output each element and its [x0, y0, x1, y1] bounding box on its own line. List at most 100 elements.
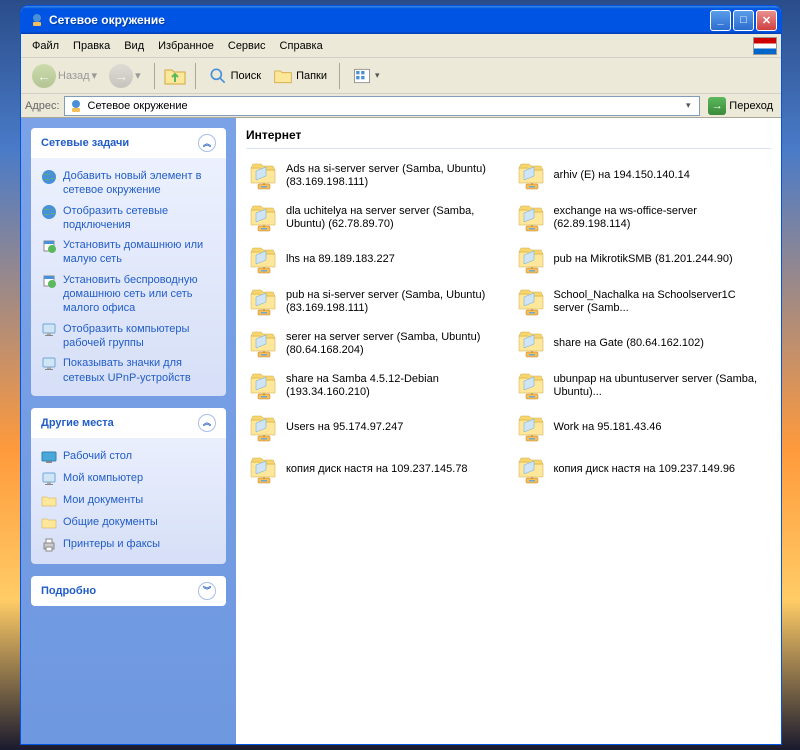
share-label: arhiv (E) на 194.150.140.14: [554, 169, 690, 182]
panel-details: Подробно ︾: [31, 576, 226, 606]
maximize-button[interactable]: □: [733, 10, 754, 31]
views-button[interactable]: ▾: [348, 64, 384, 88]
task-icon: [41, 356, 57, 372]
place-icon: [41, 493, 57, 509]
network-folder-icon: [248, 160, 280, 192]
network-share-item[interactable]: ubunpap на ubuntuserver server (Samba, U…: [514, 367, 772, 405]
toolbar: ← Назад ▾ → ▾ Поиск Папки ▾: [21, 58, 781, 94]
network-share-item[interactable]: arhiv (E) на 194.150.140.14: [514, 157, 772, 195]
network-share-item[interactable]: pub на si-server server (Samba, Ubuntu) …: [246, 283, 504, 321]
network-folder-icon: [248, 412, 280, 444]
folders-button[interactable]: Папки: [269, 64, 331, 88]
search-button[interactable]: Поиск: [204, 64, 265, 88]
network-share-item[interactable]: School_Nachalka на Schoolserver1C server…: [514, 283, 772, 321]
items-grid: Ads на si-server server (Samba, Ubuntu) …: [246, 157, 771, 489]
sidebar-place-item[interactable]: Принтеры и факсы: [41, 534, 216, 556]
task-label: Добавить новый элемент в сетевое окружен…: [63, 169, 216, 198]
task-label: Установить домашнюю или малую сеть: [63, 238, 216, 267]
share-label: pub на si-server server (Samba, Ubuntu) …: [286, 289, 502, 315]
sidebar-task-item[interactable]: Отобразить сетевые подключения: [41, 201, 216, 236]
place-icon: [41, 471, 57, 487]
network-share-item[interactable]: копия диск настя на 109.237.149.96: [514, 451, 772, 489]
menu-file[interactable]: Файл: [25, 38, 66, 54]
menubar: Файл Правка Вид Избранное Сервис Справка: [21, 34, 781, 58]
network-share-item[interactable]: lhs на 89.189.183.227: [246, 241, 504, 279]
task-label: Показывать значки для сетевых UPnP-устро…: [63, 356, 216, 385]
task-label: Установить беспроводную домашнюю сеть ил…: [63, 273, 216, 316]
task-label: Отобразить сетевые подключения: [63, 204, 216, 233]
toolbar-separator: [195, 63, 196, 89]
panel-header[interactable]: Сетевые задачи ︽: [31, 128, 226, 158]
collapse-icon[interactable]: ︽: [198, 414, 216, 432]
network-share-item[interactable]: exchange на ws-office-server (62.89.198.…: [514, 199, 772, 237]
share-label: pub на MikrotikSMB (81.201.244.90): [554, 253, 733, 266]
sidebar-task-item[interactable]: Добавить новый элемент в сетевое окружен…: [41, 166, 216, 201]
minimize-button[interactable]: _: [710, 10, 731, 31]
toolbar-separator: [154, 63, 155, 89]
go-arrow-icon: →: [708, 97, 726, 115]
network-share-item[interactable]: dla uchitelya на server server (Samba, U…: [246, 199, 504, 237]
expand-icon[interactable]: ︾: [198, 582, 216, 600]
place-label: Мои документы: [63, 493, 143, 507]
chevron-down-icon: ▾: [375, 70, 380, 81]
menu-favorites[interactable]: Избранное: [151, 38, 221, 54]
network-share-item[interactable]: pub на MikrotikSMB (81.201.244.90): [514, 241, 772, 279]
views-icon: [352, 66, 372, 86]
task-icon: [41, 273, 57, 289]
share-label: Ads на si-server server (Samba, Ubuntu) …: [286, 163, 502, 189]
panel-header[interactable]: Подробно ︾: [31, 576, 226, 606]
back-arrow-icon: ←: [32, 64, 56, 88]
go-button[interactable]: → Переход: [704, 95, 777, 117]
network-share-item[interactable]: Work на 95.181.43.46: [514, 409, 772, 447]
titlebar[interactable]: Сетевое окружение _ □ ✕: [21, 6, 781, 34]
task-icon: [41, 204, 57, 220]
share-label: ubunpap на ubuntuserver server (Samba, U…: [554, 373, 770, 399]
sidebar-place-item[interactable]: Рабочий стол: [41, 446, 216, 468]
menu-tools[interactable]: Сервис: [221, 38, 273, 54]
menu-edit[interactable]: Правка: [66, 38, 117, 54]
network-folder-icon: [248, 454, 280, 486]
network-share-item[interactable]: Ads на si-server server (Samba, Ubuntu) …: [246, 157, 504, 195]
collapse-icon[interactable]: ︽: [198, 134, 216, 152]
network-folder-icon: [248, 370, 280, 402]
task-icon: [41, 322, 57, 338]
sidebar-task-item[interactable]: Отобразить компьютеры рабочей группы: [41, 319, 216, 354]
task-icon: [41, 238, 57, 254]
share-label: exchange на ws-office-server (62.89.198.…: [554, 205, 770, 231]
sidebar-place-item[interactable]: Мой компьютер: [41, 468, 216, 490]
network-share-item[interactable]: Users на 95.174.97.247: [246, 409, 504, 447]
close-button[interactable]: ✕: [756, 10, 777, 31]
network-share-item[interactable]: serer на server server (Samba, Ubuntu) (…: [246, 325, 504, 363]
panel-other-places: Другие места ︽ Рабочий столМой компьютер…: [31, 408, 226, 564]
sidebar-task-item[interactable]: Установить домашнюю или малую сеть: [41, 235, 216, 270]
section-heading: Интернет: [246, 126, 771, 149]
up-button[interactable]: [163, 64, 187, 88]
share-label: копия диск настя на 109.237.149.96: [554, 463, 736, 476]
addressbar: Адрес: Сетевое окружение ▾ → Переход: [21, 94, 781, 118]
address-dropdown-icon[interactable]: ▾: [680, 100, 696, 111]
network-share-item[interactable]: share на Samba 4.5.12-Debian (193.34.160…: [246, 367, 504, 405]
window-title: Сетевое окружение: [49, 13, 710, 27]
network-places-icon: [29, 12, 45, 28]
menu-view[interactable]: Вид: [117, 38, 151, 54]
address-label: Адрес:: [25, 100, 60, 112]
network-share-item[interactable]: share на Gate (80.64.162.102): [514, 325, 772, 363]
sidebar-place-item[interactable]: Общие документы: [41, 512, 216, 534]
network-share-item[interactable]: копия диск настя на 109.237.145.78: [246, 451, 504, 489]
sidebar-place-item[interactable]: Мои документы: [41, 490, 216, 512]
content-area: Сетевые задачи ︽ Добавить новый элемент …: [21, 118, 781, 744]
network-folder-icon: [248, 328, 280, 360]
toolbar-separator: [339, 63, 340, 89]
network-folder-icon: [248, 286, 280, 318]
address-input[interactable]: Сетевое окружение ▾: [64, 96, 701, 116]
share-label: serer на server server (Samba, Ubuntu) (…: [286, 331, 502, 357]
sidebar-task-item[interactable]: Установить беспроводную домашнюю сеть ил…: [41, 270, 216, 319]
panel-header[interactable]: Другие места ︽: [31, 408, 226, 438]
share-label: School_Nachalka на Schoolserver1C server…: [554, 289, 770, 315]
menu-help[interactable]: Справка: [273, 38, 330, 54]
forward-button[interactable]: → ▾: [104, 61, 146, 91]
network-folder-icon: [248, 202, 280, 234]
sidebar-task-item[interactable]: Показывать значки для сетевых UPnP-устро…: [41, 353, 216, 388]
network-folder-icon: [516, 370, 548, 402]
back-button[interactable]: ← Назад ▾: [27, 61, 102, 91]
